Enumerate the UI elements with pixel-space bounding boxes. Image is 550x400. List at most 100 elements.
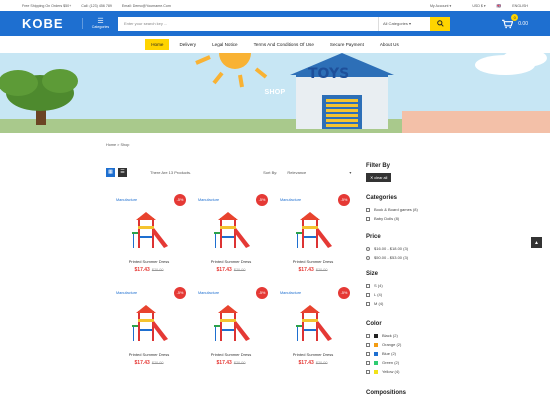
color-swatch [374, 342, 378, 347]
page-title: SHOP [264, 89, 286, 96]
discount-badge: -5% [174, 194, 186, 206]
product-card[interactable]: Manufacture -5% Printed Summer Dress $17… [110, 190, 188, 280]
category-select[interactable]: All Categories ▾ [378, 16, 430, 31]
discount-badge: -5% [256, 194, 268, 206]
checkbox[interactable] [366, 283, 370, 288]
checkbox[interactable] [366, 301, 370, 306]
product-price: $17.43 $20.00 [216, 360, 246, 366]
manufacturer[interactable]: Manufacture [280, 291, 301, 295]
sort-label: Sort By: [263, 169, 278, 175]
product-card[interactable]: Manufacture -5% Printed Summer Dress $17… [192, 283, 270, 373]
discount-badge: -5% [338, 287, 350, 299]
search-icon [436, 20, 444, 27]
checkbox[interactable] [366, 216, 370, 221]
manufacturer[interactable]: Manufacture [280, 198, 301, 202]
cart-total: 0.00 [518, 20, 528, 27]
filter-option[interactable]: $16.00 - $18.00 (3) [366, 244, 486, 253]
categories-label: Categories [91, 25, 110, 29]
product-name[interactable]: Printed Summer Dress [110, 259, 188, 264]
filter-option[interactable]: Green (2) [366, 358, 486, 367]
filter-option[interactable]: Yellow (4) [366, 367, 486, 376]
search-button[interactable] [430, 16, 450, 31]
search-bar: Enter your search key ... All Categories… [118, 16, 450, 31]
compositions-heading: Compositions [366, 390, 406, 396]
radio[interactable] [366, 246, 370, 251]
checkbox[interactable] [366, 333, 370, 338]
product-price: $17.43 $20.00 [298, 360, 328, 366]
product-card[interactable]: Manufacture -5% Printed Summer Dress $17… [274, 283, 352, 373]
nav-legal-notice[interactable]: Legal Notice [206, 39, 244, 50]
filter-option[interactable]: L (4) [366, 290, 486, 299]
list-icon: ☰ [120, 169, 125, 175]
categories-heading: Categories [366, 195, 398, 201]
language-select[interactable]: 🇬🇧 ENGLISH [497, 4, 528, 8]
playground-image [296, 212, 332, 248]
manufacturer[interactable]: Manufacture [116, 291, 137, 295]
product-name[interactable]: Printed Summer Dress [192, 352, 270, 357]
filter-option[interactable]: Orange (2) [366, 340, 486, 349]
list-view-button[interactable]: ☰ [118, 167, 127, 177]
scroll-to-top-button[interactable]: ▲ [531, 237, 542, 248]
playground-image [214, 212, 250, 248]
chevron-down-icon: ▾ [349, 169, 352, 175]
nav-delivery[interactable]: Delivery [173, 39, 202, 50]
clear-all-button[interactable]: ✕ clear all [366, 173, 392, 182]
playground-image [132, 305, 168, 341]
top-bar: Free Shipping On Orders $50+ Call: (123)… [0, 0, 550, 11]
product-card[interactable]: Manufacture -5% Printed Summer Dress $17… [110, 283, 188, 373]
product-price: $17.43 $20.00 [216, 267, 246, 273]
nav-terms[interactable]: Terms And Conditions Of Use [248, 39, 320, 50]
product-name[interactable]: Printed Summer Dress [274, 352, 352, 357]
filter-option[interactable]: Blue (2) [366, 349, 486, 358]
currency-select[interactable]: USD $ ▾ [462, 4, 485, 8]
checkbox[interactable] [366, 342, 370, 347]
filter-option[interactable]: Book & Board games (8) [366, 205, 486, 214]
sort-select[interactable]: Relevance ▾ [287, 170, 351, 175]
manufacturer[interactable]: Manufacture [116, 198, 137, 202]
product-price: $17.43 $20.00 [298, 267, 328, 273]
filter-option[interactable]: Black (2) [366, 331, 486, 340]
phone-text: Call: (123) 456 789 [81, 3, 112, 8]
manufacturer[interactable]: Manufacture [198, 291, 219, 295]
playground-image [214, 305, 250, 341]
color-swatch [374, 351, 378, 356]
filter-option[interactable]: $50.00 - $53.00 (3) [366, 253, 486, 262]
shipping-note: Free Shipping On Orders $50+ [22, 3, 72, 8]
nav-secure-payment[interactable]: Secure Payment [324, 39, 370, 50]
categories-toggle[interactable]: ☰ Categories [82, 18, 112, 29]
filter-option[interactable]: M (4) [366, 299, 486, 308]
my-account-link[interactable]: My Account ▾ [420, 4, 451, 8]
checkbox[interactable] [366, 360, 370, 365]
checkbox[interactable] [366, 369, 370, 374]
toys-sign: TOYS [308, 66, 350, 82]
shop-banner: TOYS SHOP [0, 53, 550, 133]
filter-option[interactable]: Baby Dolls (8) [366, 214, 486, 223]
chevron-up-icon: ▲ [534, 239, 539, 246]
nav-home[interactable]: Home [145, 39, 170, 50]
grid-view-button[interactable]: ▦ [106, 167, 115, 177]
logo[interactable]: KOBE [22, 16, 82, 31]
product-name[interactable]: Printed Summer Dress [192, 259, 270, 264]
main-nav: Home Delivery Legal Notice Terms And Con… [0, 36, 550, 53]
product-card[interactable]: Manufacture -5% Printed Summer Dress $17… [274, 190, 352, 280]
checkbox[interactable] [366, 207, 370, 212]
size-heading: Size [366, 271, 379, 277]
product-name[interactable]: Printed Summer Dress [274, 259, 352, 264]
checkbox[interactable] [366, 292, 370, 297]
checkbox[interactable] [366, 351, 370, 356]
search-input[interactable]: Enter your search key ... [118, 21, 378, 26]
filter-option[interactable]: S (4) [366, 281, 486, 290]
cart-count-badge: 0 [511, 13, 519, 21]
manufacturer[interactable]: Manufacture [198, 198, 219, 202]
product-name[interactable]: Printed Summer Dress [110, 352, 188, 357]
cart-button[interactable]: 0 0.00 [502, 13, 528, 29]
radio[interactable] [366, 255, 370, 260]
product-toolbar: ▦ ☰ There Are 13 Products. Sort By: Rele… [106, 165, 356, 179]
nav-about-us[interactable]: About Us [374, 39, 405, 50]
grid-icon: ▦ [108, 169, 113, 175]
discount-badge: -5% [174, 287, 186, 299]
header: KOBE ☰ Categories Enter your search key … [0, 11, 550, 36]
product-card[interactable]: Manufacture -5% Printed Summer Dress $17… [192, 190, 270, 280]
email-text: Email: Demo@Yourname.Com [121, 3, 171, 8]
discount-badge: -5% [256, 287, 268, 299]
